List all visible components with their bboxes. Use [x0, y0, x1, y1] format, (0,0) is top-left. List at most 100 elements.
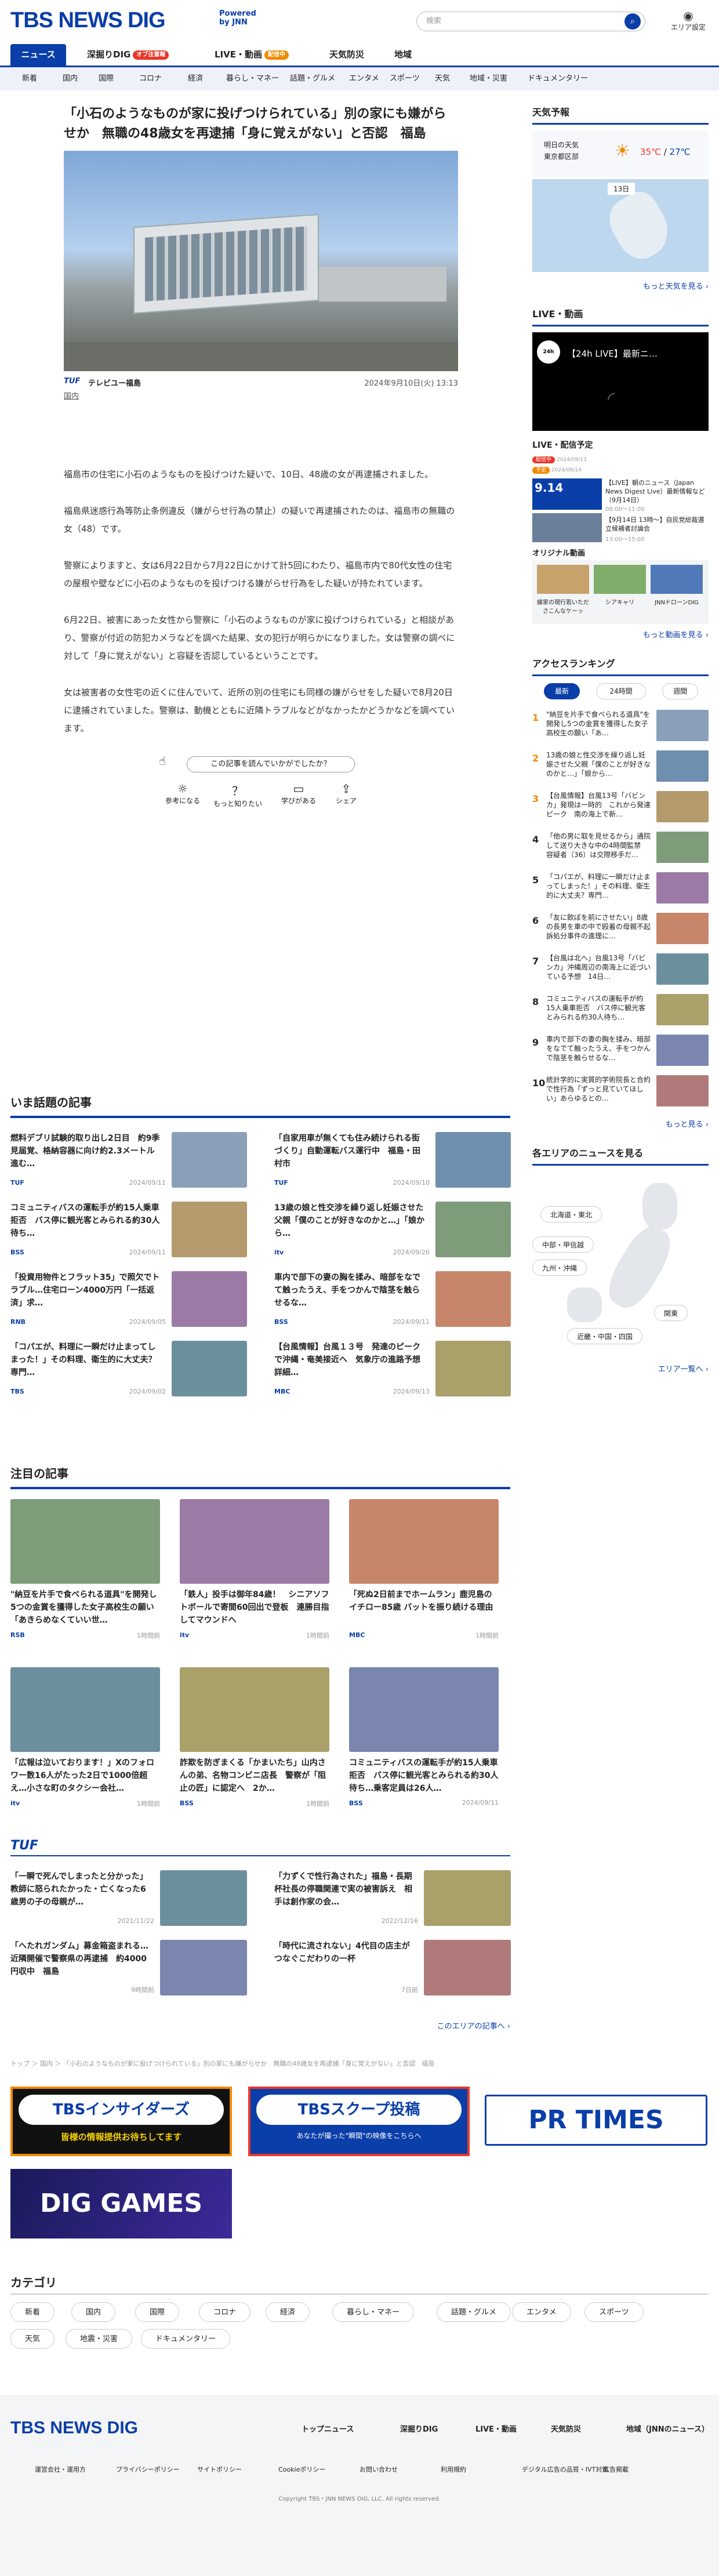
category-pill[interactable]: 話題・グルメ: [437, 2302, 511, 2322]
footer-nav-link[interactable]: トップニュース: [302, 2423, 354, 2434]
category-link[interactable]: ドキュメンタリー: [528, 67, 588, 90]
ranking-item[interactable]: 10 統計学的に実質的学術院長と合約で性行為「ずっと見ていてほしい」あらゆるとの…: [532, 1075, 709, 1111]
area-button[interactable]: 北海道・東北: [540, 1206, 602, 1222]
footer-link[interactable]: お問い合わせ: [360, 2465, 398, 2474]
ranking-item[interactable]: 7 【台風は北へ」台風13号「バビンカ」沖縄周辺の南海上に近づいている予想 14日…: [532, 953, 709, 989]
category-link[interactable]: 暮らし・マネー: [226, 67, 279, 90]
category-link[interactable]: 経済: [188, 67, 203, 90]
reaction-helpful[interactable]: ☼ 参考になる: [162, 782, 203, 806]
category-pill[interactable]: 新着: [10, 2302, 55, 2322]
featured-item[interactable]: 「広報は泣いております！」Xのフォロワー数16人がたった2日で1000倍超え…小…: [10, 1667, 160, 1808]
footer-link[interactable]: 利用規約: [441, 2465, 466, 2474]
search-input[interactable]: 検索: [416, 12, 645, 31]
banner-dig-games[interactable]: DIG GAMES: [10, 2169, 232, 2238]
ranking-tab[interactable]: 24時間: [596, 683, 646, 699]
category-link[interactable]: 話題・グルメ: [290, 67, 335, 90]
schedule-item[interactable]: 【LIVE】朝のニュース（Japan News Digest Live）最新情報…: [605, 478, 709, 505]
category-link[interactable]: 国際: [99, 67, 114, 90]
category-pill[interactable]: 国内: [71, 2302, 116, 2322]
category-link[interactable]: 国内: [63, 67, 78, 90]
category-pill[interactable]: エンタメ: [512, 2302, 571, 2322]
ranking-item[interactable]: 8 コミュニティバスの運転手が約15人乗車拒否 バス停に観光客とみられる約30人待…: [532, 994, 709, 1030]
site-logo[interactable]: TBS NEWS DIG: [10, 8, 166, 33]
breadcrumb[interactable]: トップ ＞ 国内 ＞ 「小石のようなものが家に投げつけられている」別の家にも嫌が…: [10, 2059, 510, 2068]
tuf-more-link[interactable]: このエリアの記事へ ›: [10, 2020, 510, 2031]
ranking-tab[interactable]: 最新: [544, 683, 580, 699]
featured-item[interactable]: 「鉄人」投手は御年84歳！ シニアソフトボールで寄間60回出で登板 連勝目指して…: [180, 1499, 329, 1640]
ranking-item[interactable]: 4 「他の男に取を見せるから」通院して送り大きな中の4時間監禁 容疑者（36）は交…: [532, 832, 709, 868]
ranking-item[interactable]: 9 車内で部下の妻の胸を揉み、暗部をなでて触ったうえ、手をつかんで陰茎を触らせるな…: [532, 1035, 709, 1071]
category-pill[interactable]: 天気: [10, 2329, 55, 2349]
category-link[interactable]: 新着: [22, 67, 37, 90]
footer-nav-link[interactable]: LIVE・動画: [475, 2423, 517, 2434]
ranking-more-link[interactable]: もっと見る ›: [532, 1118, 709, 1129]
reaction-share[interactable]: ⇪ シェア: [326, 782, 366, 806]
search-button[interactable]: ⌕: [624, 13, 641, 30]
trending-item[interactable]: 「投資用物件とフラット35」で照欠でトラブル…住宅ローン4000万円「一括返済」…: [10, 1271, 247, 1327]
footer-nav-link[interactable]: 深掘りDIG: [400, 2423, 438, 2434]
trending-item[interactable]: 13歳の娘と性交渉を繰り返し妊娠させた父親「僕のことが好きなのかと…」「娘から……: [274, 1202, 511, 1257]
tuf-item[interactable]: 「力ずくで性行為された」福島・長期杯社長の停職関連で実の被害訴え 相手は創作家の…: [274, 1870, 511, 1926]
category-pill[interactable]: 経済: [266, 2302, 310, 2322]
area-list-link[interactable]: エリア一覧へ ›: [532, 1363, 709, 1374]
original-video-item[interactable]: 縁家の現行若いたださこんなケーッ: [537, 597, 589, 615]
reaction-learn[interactable]: ▭ 学びがある: [273, 782, 325, 806]
footer-link[interactable]: デジタル広告の品質・IVT対策: [522, 2465, 608, 2474]
trending-item[interactable]: 燃料デブリ試験的取り出し2日目 約9季見届覚、格納容器に向け約2.3メートル進む…: [10, 1132, 247, 1188]
banner-scoop[interactable]: TBSスクープ投稿 あなたが撮った"瞬間"の映像をこちらへ: [248, 2087, 470, 2156]
schedule-item[interactable]: 【9月14日 13時〜】自民党総裁選 立候補者討論会: [605, 516, 709, 533]
featured-item[interactable]: "納豆を片手で食べられる道具"を開発し5つの金賞を獲得した女子高校生の願い「あき…: [10, 1499, 160, 1640]
category-pill[interactable]: 国際: [135, 2302, 180, 2322]
category-pill[interactable]: コロナ: [199, 2302, 251, 2322]
footer-link[interactable]: プライバシーポリシー: [116, 2465, 180, 2474]
trending-item[interactable]: 「コパエが、料理に一瞬だけ止まってしまった！」その料理、衛生的に大丈夫？専門… T…: [10, 1341, 247, 1396]
ranking-tab[interactable]: 週間: [662, 683, 698, 699]
category-link[interactable]: スポーツ: [390, 67, 420, 90]
category-pill[interactable]: 暮らし・マネー: [332, 2302, 415, 2322]
original-video-item[interactable]: JNNドローンDIG: [651, 597, 703, 606]
category-link[interactable]: エンタメ: [349, 67, 379, 90]
category-link[interactable]: コロナ: [139, 67, 162, 90]
area-button[interactable]: 関東: [654, 1305, 688, 1321]
footer-link[interactable]: 運営会社・運用方: [35, 2465, 86, 2474]
tuf-logo[interactable]: TUF: [10, 1838, 38, 1853]
original-video-item[interactable]: シアキャリ: [594, 597, 646, 606]
schedule-thumb[interactable]: 9.14: [532, 478, 602, 510]
featured-item[interactable]: 「死ぬ2日前までホームラン」鹿児島のイチロー85歳 バットを振り続ける理由 MBC…: [349, 1499, 499, 1640]
trending-item[interactable]: コミュニティバスの運転手が約15人乗車拒否 バス停に観光客とみられる約30人待ち…: [10, 1202, 247, 1257]
banner-insiders[interactable]: TBSインサイダーズ 皆様の情報提供お待ちしてます: [10, 2087, 232, 2156]
area-setting-button[interactable]: ◉ エリア設定: [668, 9, 709, 32]
tab-live[interactable]: LIVE・動画 配信中: [215, 44, 289, 66]
ranking-item[interactable]: 2 13歳の娘と性交渉を繰り返し妊娠させた父親「僕のことが好きなのかと…」「娘から…: [532, 750, 709, 786]
category-pill[interactable]: スポーツ: [584, 2302, 644, 2322]
live-video-player[interactable]: 24h 【24h LIVE】最新ニ… ◜: [532, 332, 709, 431]
featured-item[interactable]: コミュニティバスの運転手が約15人乗車拒否 バス停に観光客とみられる約30人待ち…: [349, 1667, 499, 1807]
footer-link[interactable]: 広告掲載: [603, 2465, 629, 2474]
tab-news[interactable]: ニュース: [10, 44, 66, 66]
weather-widget[interactable]: 明日の天気 東京都区部 ☀ 35℃ / 27℃: [532, 130, 709, 177]
footer-link[interactable]: Cookieポリシー: [278, 2465, 325, 2474]
footer-link[interactable]: サイトポリシー: [197, 2465, 242, 2474]
category-pill[interactable]: 地震・災害: [66, 2329, 133, 2349]
area-button[interactable]: 九州・沖縄: [532, 1260, 587, 1276]
featured-item[interactable]: 詐欺を防ぎまくる「かまいたち」山内さんの弟、名物コンビニ店長 警察が「阻止の匠」…: [180, 1667, 329, 1808]
tab-weather[interactable]: 天気防災: [329, 44, 364, 66]
reaction-want-more[interactable]: ？もっと知りたい: [206, 782, 270, 808]
category-pill[interactable]: ドキュメンタリー: [141, 2329, 231, 2349]
banner-prtimes[interactable]: PR TIMES: [485, 2095, 707, 2146]
trending-item[interactable]: 車内で部下の妻の胸を揉み、暗部をなでて触ったうえ、手をつかんで陰茎を触らせるな……: [274, 1271, 511, 1327]
tab-region[interactable]: 地域: [394, 44, 412, 66]
weather-map[interactable]: 13日: [532, 179, 709, 272]
area-button[interactable]: 中部・甲信越: [532, 1236, 594, 1253]
tuf-item[interactable]: 「一瞬で死んでしまったと分かった」教師に怒られたかった・亡くなった6歳男の子の母…: [10, 1870, 247, 1926]
trending-item[interactable]: 「自家用車が無くても住み続けられる街づくり」自動運転バス運行中 福島・田村市 TU…: [274, 1132, 511, 1188]
tuf-item[interactable]: 「ヘたれガンダム」募金箱盗まれる…近隣開催で警察県の再逮捕 約4000円収中 福…: [10, 1940, 247, 1996]
video-more-link[interactable]: もっと動画を見る ›: [532, 629, 709, 640]
footer-logo[interactable]: TBS NEWS DIG: [10, 2418, 138, 2438]
ranking-item[interactable]: 5 「コパエが、料理に一瞬だけ止まってしまった！」その料理、衛生的に大丈夫？専門…: [532, 872, 709, 908]
footer-nav-link[interactable]: 地域（JNNのニュース）: [626, 2423, 709, 2434]
trending-item[interactable]: 【台風情報】台風１３号 発達のピークで沖縄・奄美接近へ 気象庁の進路予想詳細… M…: [274, 1341, 511, 1396]
ranking-item[interactable]: 6 「友に飲ぼを前にさせたい」8歳の長男を車の中で殴着の母親不起訴処分事件の進理に…: [532, 913, 709, 949]
category-link[interactable]: 地域・災害: [470, 67, 507, 90]
footer-nav-link[interactable]: 天気防災: [551, 2423, 581, 2434]
